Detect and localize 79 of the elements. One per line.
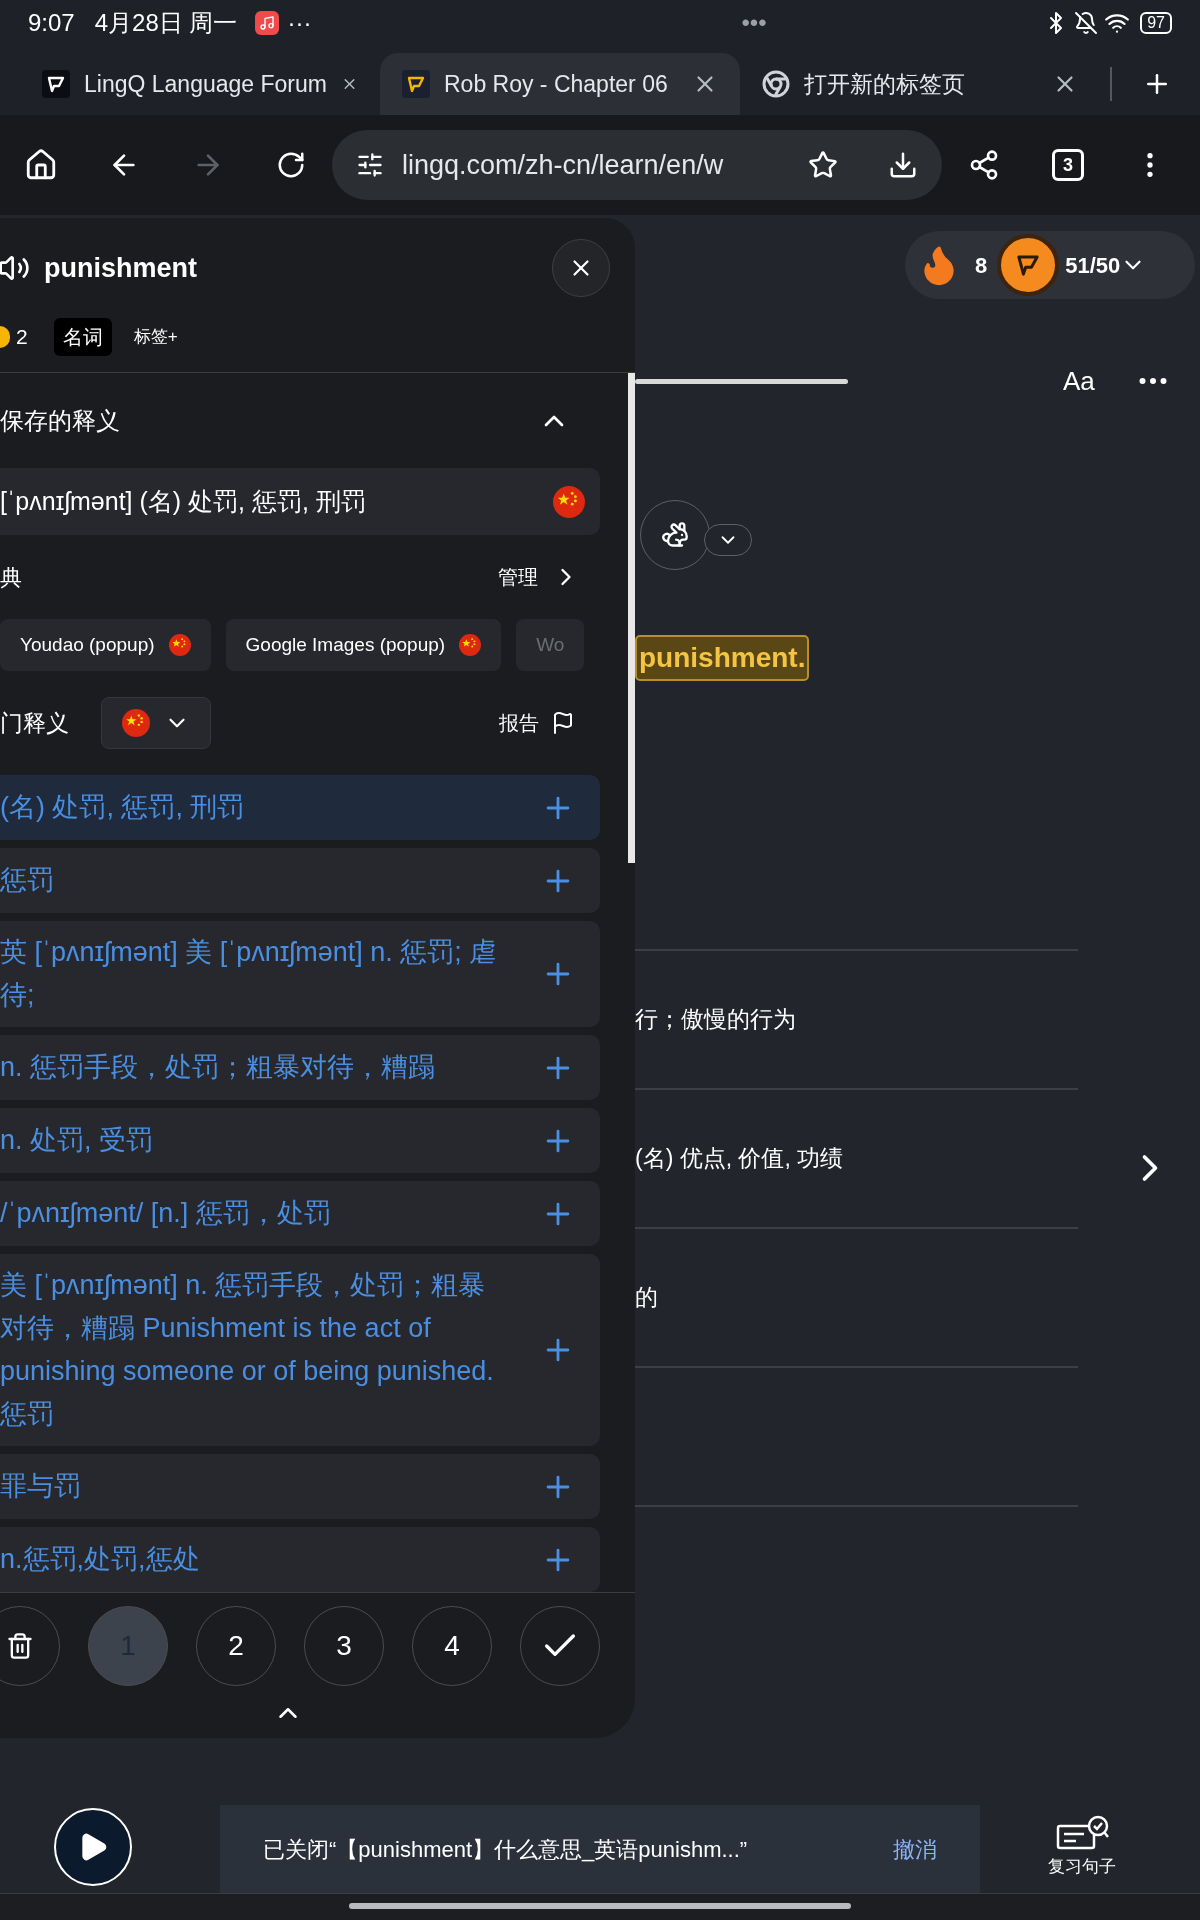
meaning-text: 罪与罚	[0, 1470, 82, 1503]
meaning-row[interactable]: n. 处罚, 受罚	[0, 1108, 600, 1173]
address-bar[interactable]: lingq.com/zh-cn/learn/en/w	[332, 130, 942, 200]
lingq-logo-icon	[42, 70, 70, 98]
meaning-text: n. 惩罚手段，处罚；粗暴对待，糟蹋	[0, 1051, 437, 1084]
section-title: 门释义	[0, 708, 69, 738]
font-settings-button[interactable]: Aa	[1063, 361, 1095, 401]
meaning-row[interactable]: n.惩罚,处罚,惩处	[0, 1527, 600, 1592]
download-icon[interactable]	[888, 150, 918, 180]
saved-meaning-text: [ˈpʌnɪʃmənt] (名) 处罚, 惩罚, 刑罚	[0, 485, 366, 517]
browser-tab[interactable]: LingQ Language Forum	[20, 53, 380, 115]
tab-title: Rob Roy - Chapter 06	[444, 69, 668, 99]
tab-count-button[interactable]: 3	[1052, 149, 1084, 181]
multitask-dots: •••	[741, 7, 767, 38]
meaning-row[interactable]: (名) 处罚, 惩罚, 刑罚	[0, 775, 600, 840]
meaning-text: n. 处罚, 受罚	[0, 1124, 155, 1157]
dictionary-chip[interactable]: Youdao (popup)	[0, 619, 211, 671]
section-title: 保存的释义	[0, 405, 120, 436]
browser-logo-icon	[762, 70, 790, 98]
china-flag-icon	[553, 485, 585, 518]
translation-text: 的	[635, 1283, 658, 1313]
rabbit-icon	[661, 521, 689, 549]
dictionary-chip[interactable]: Google Images (popup)	[225, 619, 502, 671]
lingq-count: 51/50	[1065, 251, 1121, 280]
meaning-row[interactable]: n. 惩罚手段，处罚；粗暴对待，糟蹋	[0, 1035, 600, 1100]
china-flag-icon	[122, 709, 150, 737]
site-settings-icon[interactable]	[356, 151, 384, 179]
meaning-text: n.惩罚,处罚,惩处	[0, 1543, 201, 1576]
meaning-text: 惩罚	[0, 864, 55, 897]
date-text: 4月28日 周一	[94, 7, 238, 38]
browser-tab[interactable]: Rob Roy - Chapter 06	[380, 53, 740, 115]
reload-icon[interactable]	[276, 150, 306, 180]
clock-time: 9:07	[28, 7, 75, 38]
meaning-row[interactable]: 罪与罚	[0, 1454, 600, 1519]
coin-count: 2	[16, 324, 28, 351]
browser-tab[interactable]: 打开新的标签页	[740, 53, 1100, 115]
lingq-logo-icon	[402, 70, 430, 98]
trash-icon	[6, 1631, 34, 1660]
meaning-text: 美 [ˈpʌnɪʃmənt] n. 惩罚手段，处罚；粗暴对待，糟蹋 Punishment is the act of punishing someone or of being punished. 惩罚	[0, 1269, 495, 1431]
saved-meaning-field[interactable]: [ˈpʌnɪʃmənt] (名) 处罚, 惩罚, 刑罚	[0, 468, 600, 535]
translation-text: (名) 优点, 价值, 功绩	[635, 1144, 844, 1174]
part-of-speech-tag: 名词	[53, 318, 112, 356]
report-button[interactable]: 报告	[499, 708, 575, 738]
meaning-row[interactable]: 英 [ˈpʌnɪʃmənt] 美 [ˈpʌnɪʃmənt] n. 惩罚; 虐待;	[0, 921, 600, 1027]
meaning-text: /ˈpʌnɪʃmənt/ [n.] 惩罚，处罚	[0, 1197, 332, 1230]
url-text: lingq.com/zh-cn/learn/en/w	[402, 148, 724, 182]
highlighted-word[interactable]: punishment.	[635, 635, 810, 681]
meaning-row[interactable]: 惩罚	[0, 848, 600, 913]
review-sentences-button[interactable]: 复习句子	[1048, 1813, 1116, 1880]
china-flag-icon	[459, 634, 482, 656]
status-level-button[interactable]: 2	[196, 1605, 276, 1686]
language-dropdown[interactable]	[101, 697, 211, 749]
undo-button[interactable]: 撤消	[893, 1832, 937, 1866]
tab-title: 打开新的标签页	[804, 69, 965, 99]
flag-icon	[551, 711, 575, 735]
stats-pill[interactable]: 8 51/50	[905, 231, 1195, 299]
music-app-icon	[255, 10, 280, 35]
china-flag-icon	[168, 634, 191, 656]
share-icon[interactable]	[968, 149, 1000, 181]
battery-level: 97	[1140, 11, 1172, 34]
meaning-row[interactable]: /ˈpʌnɪʃmənt/ [n.] 惩罚，处罚	[0, 1181, 600, 1246]
coin-icon	[0, 326, 10, 348]
scrollbar-thumb[interactable]	[628, 373, 635, 863]
snackbar-message: 已关闭“【punishment】什么意思_英语punishm...”	[263, 1835, 748, 1864]
streak-count: 8	[975, 251, 988, 280]
word-title: punishment	[44, 251, 197, 285]
speed-dropdown[interactable]	[704, 524, 752, 556]
meaning-row[interactable]: 美 [ˈpʌnɪʃmənt] n. 惩罚手段，处罚；粗暴对待，糟蹋 Punishment is the act of punishing someone or of being punished. 惩罚	[0, 1254, 600, 1446]
section-title: 典	[0, 563, 22, 592]
meaning-text: 英 [ˈpʌnɪʃmənt] 美 [ˈpʌnɪʃmənt] n. 惩罚; 虐待;	[0, 936, 498, 1012]
add-tag-button[interactable]: 标签+	[133, 324, 178, 350]
more-notifications-text: ···	[287, 7, 312, 38]
meaning-text: (名) 处罚, 惩罚, 刑罚	[0, 791, 246, 824]
manage-link[interactable]: 管理	[498, 562, 580, 592]
muted-bell-icon	[1074, 10, 1099, 35]
home-icon[interactable]	[24, 148, 58, 182]
tab-title: LingQ Language Forum	[84, 69, 327, 99]
translation-text: 行；傲慢的行为	[635, 1005, 796, 1035]
bookmark-star-icon[interactable]	[808, 150, 838, 180]
